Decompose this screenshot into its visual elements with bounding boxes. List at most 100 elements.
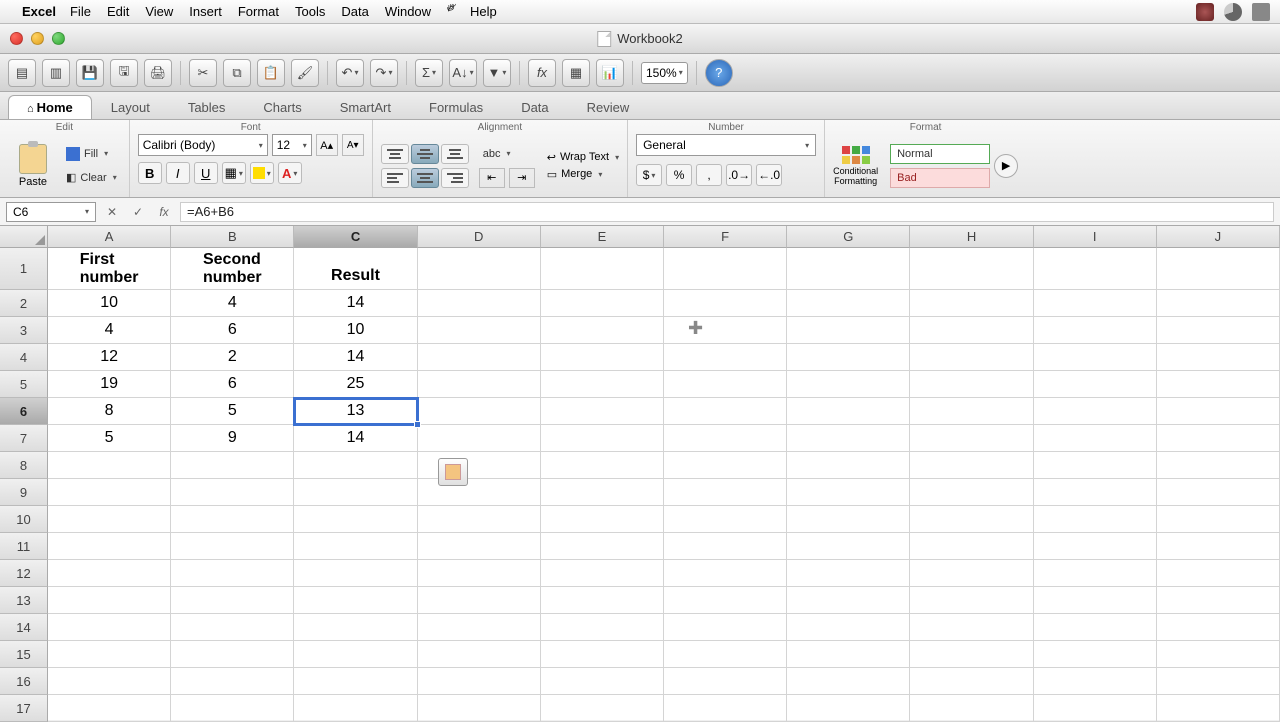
spreadsheet-grid[interactable]: ABCDEFGHIJ 1234567891011121314151617 Fir… [0, 226, 1280, 720]
cell-H6[interactable] [910, 398, 1033, 425]
row-header-8[interactable]: 8 [0, 452, 48, 479]
cell-G16[interactable] [787, 668, 910, 695]
cell-F10[interactable] [664, 506, 787, 533]
insert-function-button[interactable]: fx [154, 202, 174, 222]
cell-E3[interactable] [541, 317, 664, 344]
row-header-15[interactable]: 15 [0, 641, 48, 668]
cell-H16[interactable] [910, 668, 1033, 695]
menu-window[interactable]: Window [385, 4, 431, 19]
cell-F13[interactable] [664, 587, 787, 614]
cell-J14[interactable] [1157, 614, 1280, 641]
save-button[interactable]: 💾 [76, 59, 104, 87]
font-name-combo[interactable]: Calibri (Body)▾ [138, 134, 268, 156]
status-icon-2[interactable] [1224, 3, 1242, 21]
cell-E2[interactable] [541, 290, 664, 317]
cell-B15[interactable] [171, 641, 294, 668]
cell-D6[interactable] [418, 398, 541, 425]
close-window-button[interactable] [10, 32, 23, 45]
cell-J3[interactable] [1157, 317, 1280, 344]
cell-B17[interactable] [171, 695, 294, 722]
orientation-button[interactable]: abc▾ [479, 144, 535, 164]
cell-C5[interactable]: 25 [294, 371, 417, 398]
cell-D8[interactable] [418, 452, 541, 479]
row-header-6[interactable]: 6 [0, 398, 48, 425]
cell-A8[interactable] [48, 452, 171, 479]
cell-G17[interactable] [787, 695, 910, 722]
cell-J11[interactable] [1157, 533, 1280, 560]
cell-E14[interactable] [541, 614, 664, 641]
cell-C7[interactable]: 14 [294, 425, 417, 452]
cell-D13[interactable] [418, 587, 541, 614]
cell-J6[interactable] [1157, 398, 1280, 425]
row-header-2[interactable]: 2 [0, 290, 48, 317]
col-header-C[interactable]: C [294, 226, 417, 248]
cell-F6[interactable] [664, 398, 787, 425]
cell-E17[interactable] [541, 695, 664, 722]
cell-B16[interactable] [171, 668, 294, 695]
cell-A17[interactable] [48, 695, 171, 722]
cell-C10[interactable] [294, 506, 417, 533]
cell-E11[interactable] [541, 533, 664, 560]
cell-C2[interactable]: 14 [294, 290, 417, 317]
cell-E13[interactable] [541, 587, 664, 614]
tab-smartart[interactable]: SmartArt [321, 95, 410, 119]
save-floppy-button[interactable]: 🖫 [110, 59, 138, 87]
cell-E4[interactable] [541, 344, 664, 371]
cell-I8[interactable] [1034, 452, 1157, 479]
cell-E5[interactable] [541, 371, 664, 398]
col-header-B[interactable]: B [171, 226, 294, 248]
cell-H13[interactable] [910, 587, 1033, 614]
cell-F11[interactable] [664, 533, 787, 560]
decrease-indent-button[interactable]: ⇤ [479, 168, 505, 188]
cell-C17[interactable] [294, 695, 417, 722]
fill-menu[interactable]: Fill▾ [62, 144, 121, 164]
cell-B6[interactable]: 5 [171, 398, 294, 425]
percent-button[interactable]: % [666, 164, 692, 186]
cell-E9[interactable] [541, 479, 664, 506]
formula-input[interactable]: =A6+B6 [180, 202, 1274, 222]
cell-J16[interactable] [1157, 668, 1280, 695]
menu-help[interactable]: Help [470, 4, 497, 19]
cell-B9[interactable] [171, 479, 294, 506]
cell-H15[interactable] [910, 641, 1033, 668]
cell-H5[interactable] [910, 371, 1033, 398]
cell-G6[interactable] [787, 398, 910, 425]
cell-J2[interactable] [1157, 290, 1280, 317]
zoom-window-button[interactable] [52, 32, 65, 45]
menu-insert[interactable]: Insert [189, 4, 222, 19]
tab-formulas[interactable]: Formulas [410, 95, 502, 119]
tab-tables[interactable]: Tables [169, 95, 245, 119]
name-box[interactable]: C6▾ [6, 202, 96, 222]
cell-I1[interactable] [1034, 248, 1157, 290]
italic-button[interactable]: I [166, 162, 190, 184]
cell-C3[interactable]: 10 [294, 317, 417, 344]
cell-G4[interactable] [787, 344, 910, 371]
cell-I9[interactable] [1034, 479, 1157, 506]
cell-C9[interactable] [294, 479, 417, 506]
show-formulas-button[interactable]: ▦ [562, 59, 590, 87]
cell-A7[interactable]: 5 [48, 425, 171, 452]
cell-J7[interactable] [1157, 425, 1280, 452]
cell-G14[interactable] [787, 614, 910, 641]
cell-C6[interactable]: 13 [294, 398, 417, 425]
menu-view[interactable]: View [145, 4, 173, 19]
cell-I15[interactable] [1034, 641, 1157, 668]
col-header-D[interactable]: D [418, 226, 541, 248]
cell-E12[interactable] [541, 560, 664, 587]
align-top-button[interactable] [381, 144, 409, 164]
cell-B10[interactable] [171, 506, 294, 533]
cell-D2[interactable] [418, 290, 541, 317]
cell-C12[interactable] [294, 560, 417, 587]
redo-button[interactable]: ↷▾ [370, 59, 398, 87]
cell-G9[interactable] [787, 479, 910, 506]
cell-I5[interactable] [1034, 371, 1157, 398]
align-right-button[interactable] [441, 168, 469, 188]
cell-E1[interactable] [541, 248, 664, 290]
font-color-button[interactable]: A▾ [278, 162, 302, 184]
cell-A5[interactable]: 19 [48, 371, 171, 398]
cell-D9[interactable] [418, 479, 541, 506]
cell-F1[interactable] [664, 248, 787, 290]
menu-data[interactable]: Data [341, 4, 368, 19]
col-header-F[interactable]: F [664, 226, 787, 248]
cell-B11[interactable] [171, 533, 294, 560]
